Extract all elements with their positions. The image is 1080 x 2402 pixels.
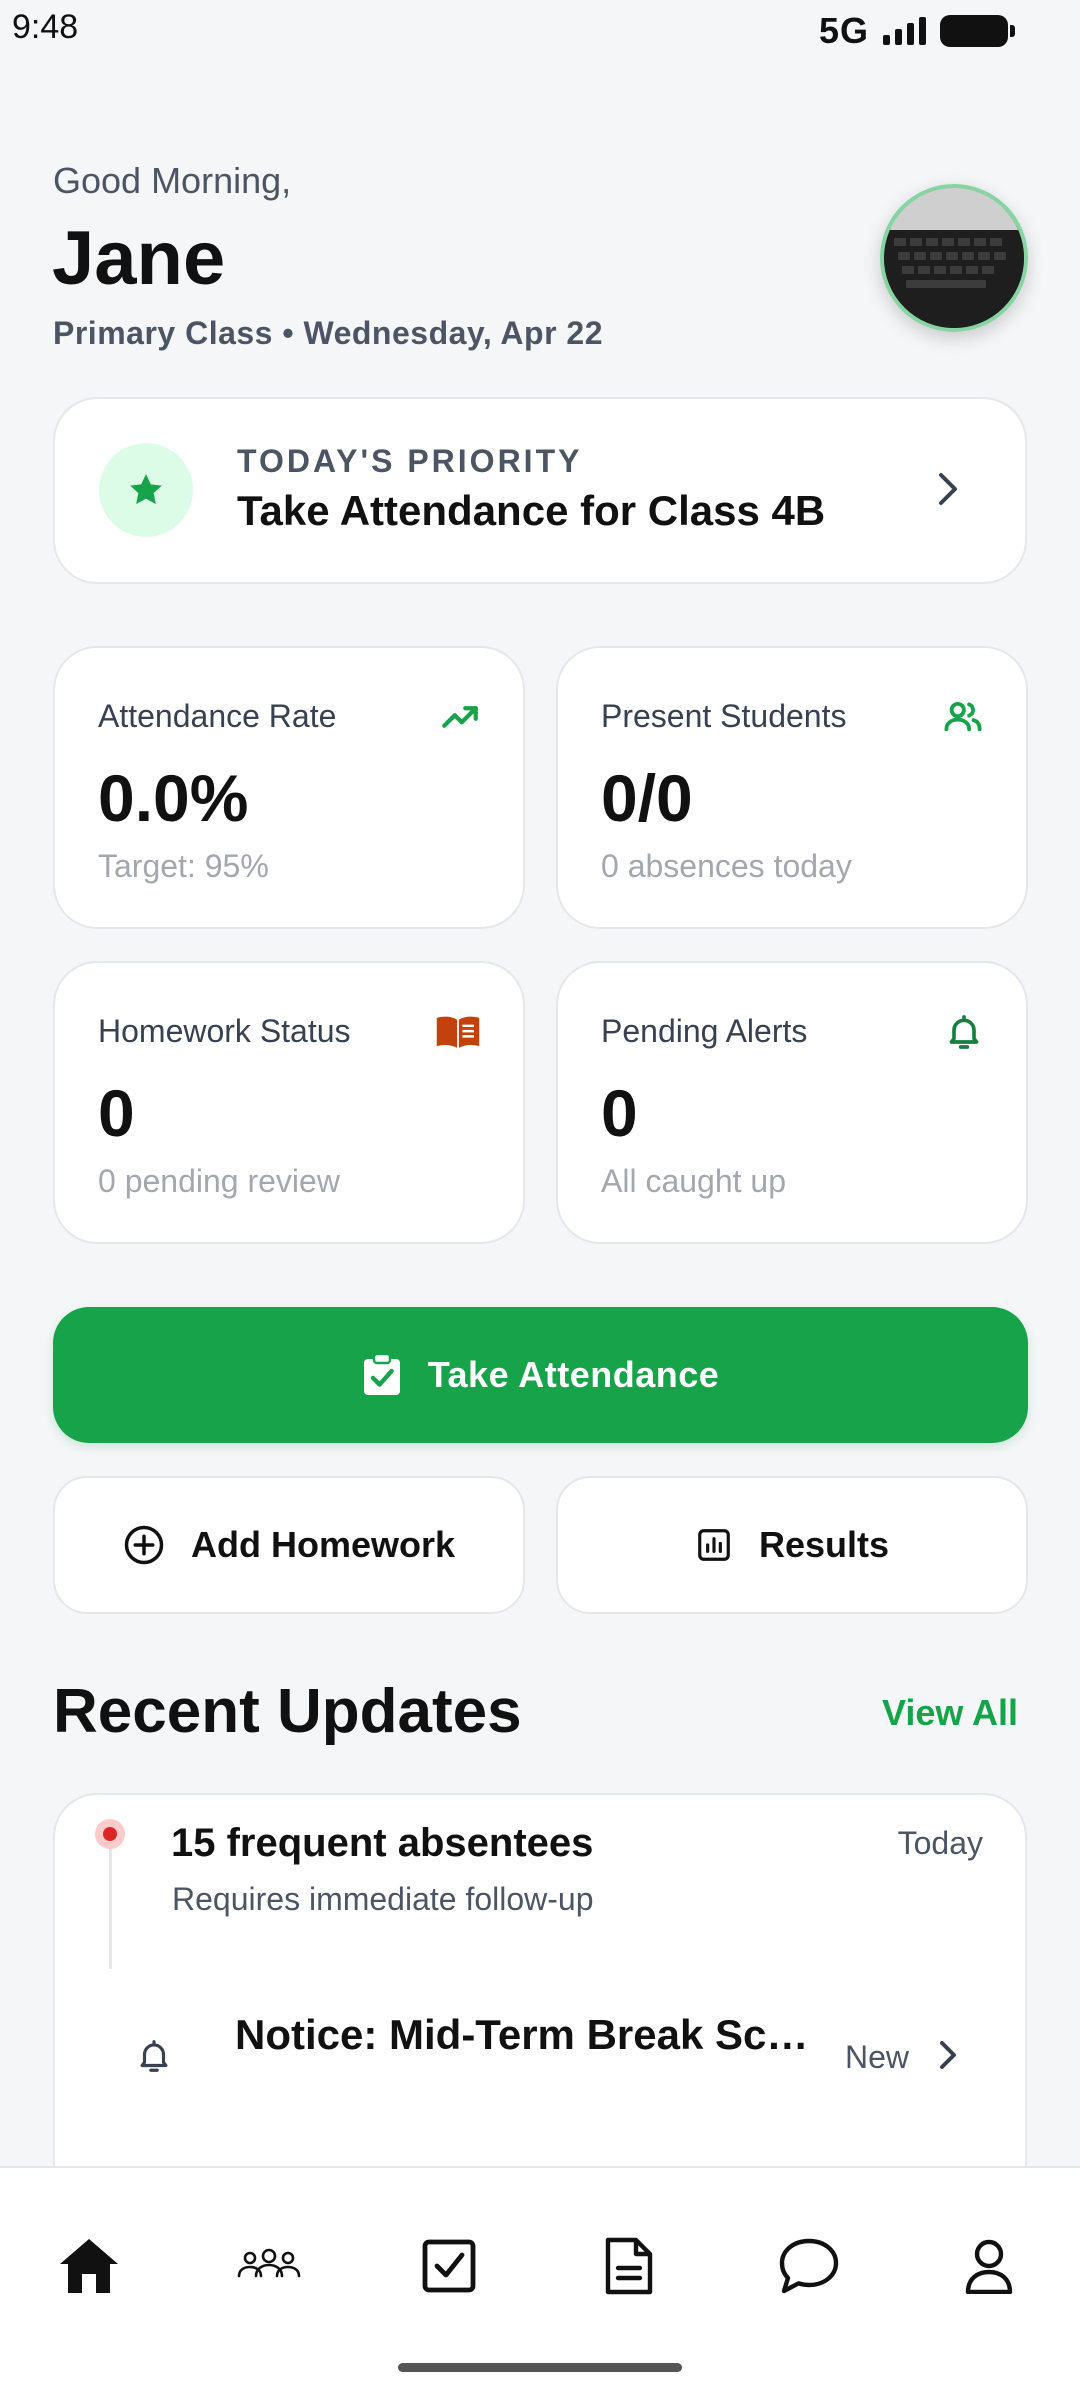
nav-attendance[interactable] xyxy=(409,2226,489,2306)
priority-card[interactable]: TODAY'S PRIORITY Take Attendance for Cla… xyxy=(53,397,1027,584)
add-homework-button[interactable]: Add Homework xyxy=(53,1476,525,1614)
priority-icon-badge xyxy=(99,443,193,537)
alert-dot-icon xyxy=(95,1819,125,1849)
stat-card-attendance-rate[interactable]: Attendance Rate 0.0% Target: 95% xyxy=(53,646,525,929)
battery-icon xyxy=(940,15,1015,47)
add-homework-label: Add Homework xyxy=(190,1524,456,1565)
update-time: Today xyxy=(897,1825,983,1861)
stat-label: Pending Alerts xyxy=(601,1013,808,1049)
chevron-right-icon[interactable] xyxy=(937,2035,961,2075)
nav-home[interactable] xyxy=(49,2226,129,2306)
results-label: Results xyxy=(758,1524,890,1565)
stat-subtext: 0 absences today xyxy=(601,848,852,884)
priority-title: Take Attendance for Class 4B xyxy=(237,487,826,534)
stat-subtext: Target: 95% xyxy=(98,848,269,884)
network-type: 5G xyxy=(818,10,869,51)
view-all-link[interactable]: View All xyxy=(882,1692,1018,1734)
attendance-icon xyxy=(422,2239,476,2293)
user-name: Jane xyxy=(52,216,226,301)
stat-subtext: All caught up xyxy=(601,1163,787,1199)
notice-tag: New xyxy=(845,2039,910,2075)
stat-value: 0 xyxy=(601,1076,638,1150)
students-icon xyxy=(237,2248,301,2278)
stat-label: Attendance Rate xyxy=(98,698,337,734)
plus-circle-icon xyxy=(124,1525,164,1565)
bell-icon xyxy=(949,1015,979,1049)
stat-card-present-students[interactable]: Present Students 0/0 0 absences today xyxy=(556,646,1028,929)
users-icon xyxy=(944,701,982,732)
stat-subtext: 0 pending review xyxy=(98,1163,340,1199)
results-button[interactable]: Results xyxy=(556,1476,1028,1614)
stat-value: 0/0 xyxy=(601,761,693,835)
priority-label: TODAY'S PRIORITY xyxy=(237,443,583,479)
update-subtitle: Requires immediate follow-up xyxy=(172,1881,594,1917)
stat-label: Homework Status xyxy=(98,1013,351,1049)
book-icon xyxy=(436,1016,480,1048)
signal-icon xyxy=(883,17,926,45)
status-indicators: 5G xyxy=(818,10,1015,52)
stat-card-homework-status[interactable]: Homework Status 0 0 pending review xyxy=(53,961,525,1244)
take-attendance-button[interactable]: Take Attendance xyxy=(53,1307,1028,1443)
recent-updates-list: 15 frequent absentees Requires immediate… xyxy=(53,1793,1027,2175)
bell-icon xyxy=(140,2040,168,2072)
stat-value: 0 xyxy=(98,1076,135,1150)
nav-documents[interactable] xyxy=(589,2226,669,2306)
profile-icon xyxy=(965,2239,1013,2294)
stat-value: 0.0% xyxy=(98,761,249,835)
stat-label: Present Students xyxy=(601,698,847,734)
trending-up-icon xyxy=(442,706,478,728)
nav-profile[interactable] xyxy=(949,2226,1029,2306)
stat-card-pending-alerts[interactable]: Pending Alerts 0 All caught up xyxy=(556,961,1028,1244)
clipboard-check-icon xyxy=(363,1353,400,1395)
bar-chart-icon xyxy=(698,1529,730,1561)
greeting: Good Morning, xyxy=(53,160,292,201)
chevron-right-icon xyxy=(939,473,957,505)
recent-updates-title: Recent Updates xyxy=(53,1677,522,1746)
update-title[interactable]: 15 frequent absentees xyxy=(171,1821,593,1866)
class-date-subline: Primary Class • Wednesday, Apr 22 xyxy=(53,315,604,351)
timeline-line xyxy=(109,1849,112,1969)
take-attendance-label: Take Attendance xyxy=(427,1354,720,1395)
nav-messages[interactable] xyxy=(769,2226,849,2306)
home-icon xyxy=(60,2239,118,2293)
status-time: 9:48 xyxy=(12,8,79,46)
avatar[interactable] xyxy=(880,184,1028,332)
avatar-photo-icon xyxy=(884,188,1024,328)
nav-students[interactable] xyxy=(229,2226,309,2306)
home-indicator[interactable] xyxy=(398,2363,682,2372)
notice-title[interactable]: Notice: Mid-Term Break Schedule xyxy=(235,2011,825,2059)
documents-icon xyxy=(605,2237,653,2295)
messages-icon xyxy=(779,2238,839,2294)
star-icon xyxy=(130,474,162,505)
